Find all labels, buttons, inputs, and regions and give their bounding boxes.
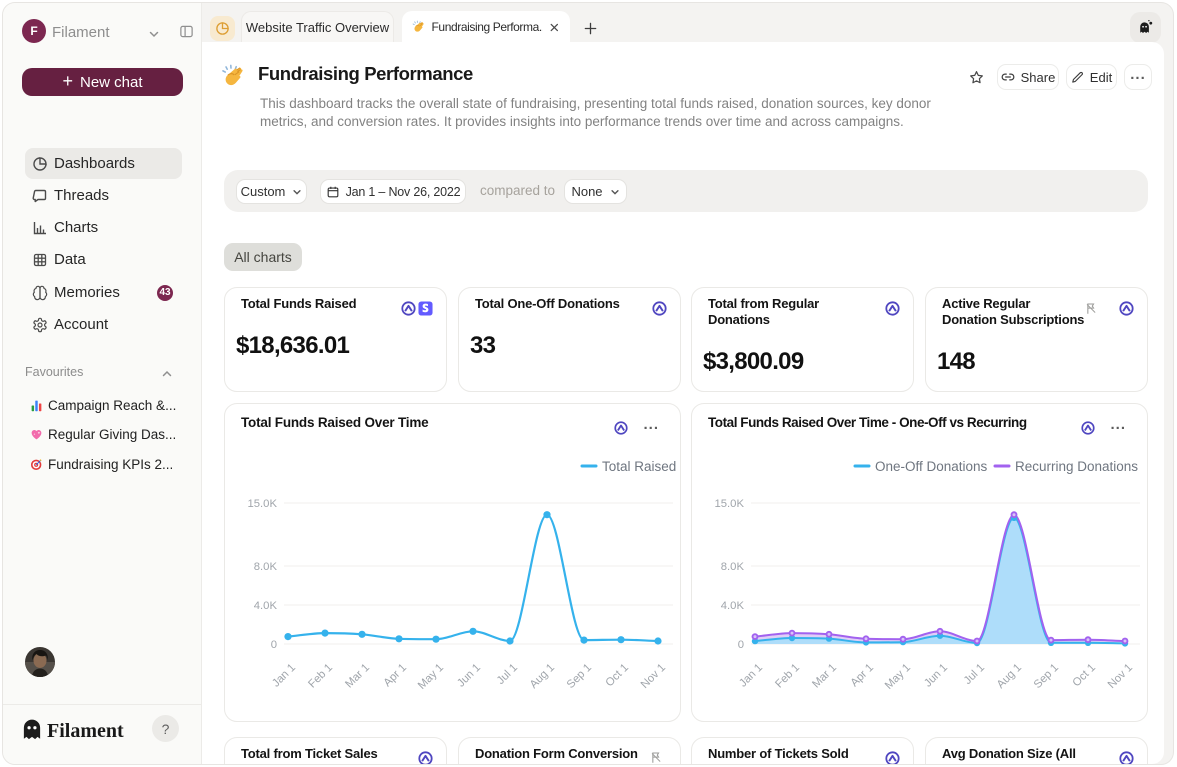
- svg-text:Apr 1: Apr 1: [849, 662, 877, 690]
- svg-text:Total Raised: Total Raised: [602, 459, 676, 474]
- svg-text:15.0K: 15.0K: [714, 498, 744, 510]
- svg-text:Feb 1: Feb 1: [306, 662, 335, 691]
- svg-text:4.0K: 4.0K: [721, 600, 745, 612]
- svg-text:Sep 1: Sep 1: [1032, 662, 1061, 691]
- svg-text:8.0K: 8.0K: [721, 561, 745, 573]
- svg-text:Mar 1: Mar 1: [810, 662, 839, 691]
- svg-text:One-Off Donations: One-Off Donations: [875, 459, 988, 474]
- svg-text:Mar 1: Mar 1: [343, 662, 372, 691]
- svg-text:Feb 1: Feb 1: [773, 662, 802, 691]
- svg-text:4.0K: 4.0K: [254, 600, 278, 612]
- svg-text:Nov 1: Nov 1: [1106, 662, 1135, 691]
- svg-text:Apr 1: Apr 1: [382, 662, 410, 690]
- svg-text:0: 0: [738, 639, 744, 651]
- svg-text:Aug 1: Aug 1: [995, 662, 1024, 691]
- svg-text:Sep 1: Sep 1: [565, 662, 594, 691]
- svg-text:Jun 1: Jun 1: [455, 662, 483, 690]
- svg-text:Recurring Donations: Recurring Donations: [1015, 459, 1138, 474]
- svg-text:Jan 1: Jan 1: [737, 662, 765, 690]
- svg-text:Aug 1: Aug 1: [528, 662, 557, 691]
- svg-text:May 1: May 1: [883, 662, 913, 692]
- svg-text:Oct 1: Oct 1: [1071, 662, 1099, 690]
- svg-text:8.0K: 8.0K: [254, 561, 278, 573]
- svg-text:Oct 1: Oct 1: [604, 662, 632, 690]
- svg-text:Jul 1: Jul 1: [962, 662, 987, 687]
- svg-text:Nov 1: Nov 1: [639, 662, 668, 691]
- svg-text:Jan 1: Jan 1: [270, 662, 298, 690]
- svg-text:0: 0: [271, 639, 277, 651]
- svg-text:Jul 1: Jul 1: [495, 662, 520, 687]
- svg-text:Jun 1: Jun 1: [922, 662, 950, 690]
- svg-text:May 1: May 1: [416, 662, 446, 692]
- svg-text:15.0K: 15.0K: [247, 498, 277, 510]
